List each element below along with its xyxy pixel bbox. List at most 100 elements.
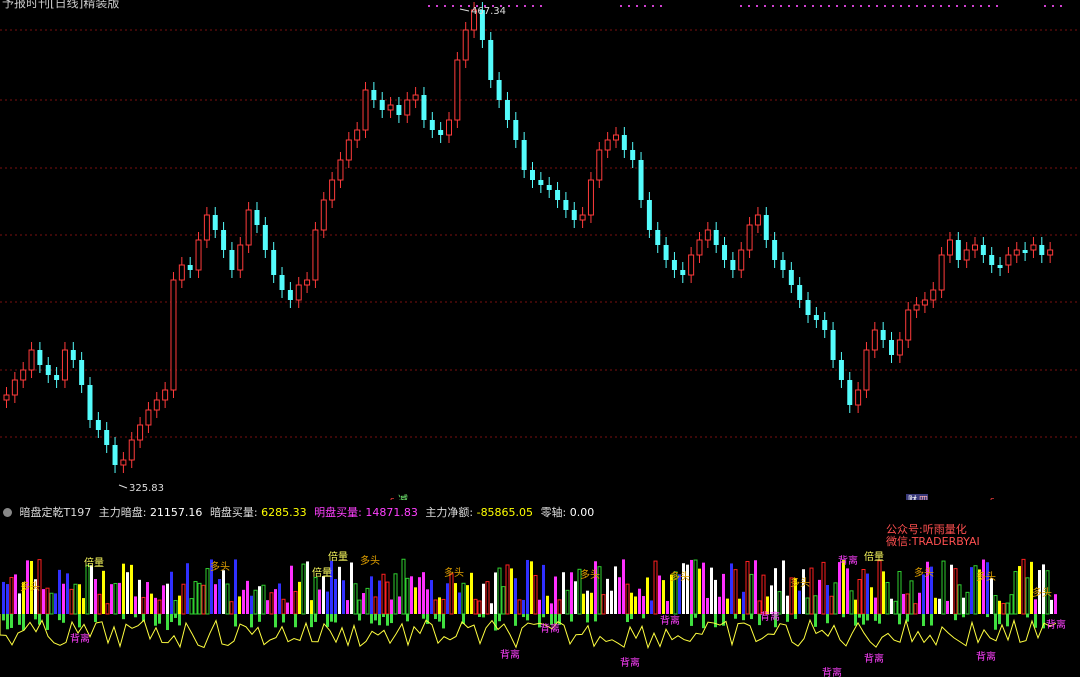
candle — [972, 244, 979, 251]
indicator-chart[interactable]: 倍量倍量倍量倍量多头多头多头多头 多头 多头多头多头 多头多头背离背离背离背离背离 背离… — [0, 520, 1080, 677]
candle — [880, 330, 886, 340]
indicator-bar — [610, 590, 613, 614]
indicator-neg-bar — [94, 614, 97, 623]
candle — [429, 120, 435, 130]
price-chart[interactable]: 467.34 325.83 s 减 财 四 s — [0, 0, 1080, 500]
indicator-bar — [497, 567, 502, 615]
indicator-bar — [150, 593, 153, 614]
indicator-bar — [1005, 602, 1010, 615]
indicator-neg-bar — [962, 614, 965, 618]
zero-value: 0.00 — [569, 506, 595, 519]
indicator-bar — [1054, 594, 1057, 614]
indicator-bar — [586, 590, 589, 614]
low-price-label: 325.83 — [129, 483, 164, 494]
indicator-bar — [18, 593, 21, 614]
indicator-neg-bar — [122, 614, 125, 620]
indicator-bar — [438, 597, 441, 614]
indicator-bar — [310, 600, 313, 614]
indicator-bar — [2, 581, 5, 614]
indicator-bar — [414, 587, 417, 614]
top-dot-marker — [540, 5, 542, 7]
indicator-bar — [505, 564, 510, 615]
indicator-bar — [965, 591, 970, 615]
top-dot-marker — [892, 5, 894, 7]
tag-beiliang: 倍量 — [84, 556, 104, 569]
indicator-neg-bar — [922, 614, 925, 627]
candle — [863, 349, 870, 391]
indicator-bar — [782, 560, 785, 614]
candle — [579, 214, 586, 221]
candle — [145, 409, 152, 426]
candle — [646, 200, 652, 230]
top-dot-marker — [980, 5, 982, 7]
indicator-bar — [113, 582, 118, 615]
candle — [538, 180, 544, 185]
indicator-bar — [962, 597, 965, 614]
candle — [54, 375, 60, 380]
tag-beili: 背离 — [660, 614, 680, 627]
candle — [221, 230, 227, 250]
indicator-bar — [274, 589, 277, 614]
indicator-bar — [246, 580, 249, 614]
candle — [746, 224, 753, 251]
indicator-bar — [205, 568, 210, 615]
indicator-bar — [882, 571, 885, 614]
indicator-neg-bar — [6, 614, 9, 630]
indicator-bar — [714, 579, 717, 614]
candle — [713, 230, 719, 245]
indicator-bar — [441, 598, 446, 615]
indicator-bar — [1025, 577, 1030, 615]
indicator-bar — [430, 580, 433, 614]
candle — [295, 284, 302, 301]
indicator-bar — [777, 591, 782, 615]
indicator-bar — [826, 585, 829, 614]
top-dot-marker — [828, 5, 830, 7]
indicator-bar — [998, 600, 1001, 614]
candle — [195, 239, 202, 271]
indicator-bar — [606, 578, 609, 614]
indicator-bar — [646, 577, 649, 614]
indicator-bar — [306, 561, 309, 614]
indicator-bar — [625, 583, 630, 615]
indicator-bar — [890, 598, 893, 614]
indicator-neg-bar — [526, 614, 529, 621]
indicator-settings-icon[interactable] — [3, 508, 12, 517]
main-dark-label: 主力暗盘: — [98, 506, 147, 519]
indicator-neg-bar — [786, 614, 789, 622]
candle — [496, 80, 502, 100]
indicator-bar — [334, 578, 337, 614]
marker-cai-2: 四 — [919, 496, 928, 500]
indicator-bar — [146, 582, 149, 614]
top-dot-marker — [852, 5, 854, 7]
indicator-bar — [66, 573, 69, 614]
indicator-bar — [702, 562, 705, 614]
indicator-neg-bar — [842, 614, 845, 618]
indicator-neg-bar — [62, 614, 65, 623]
indicator-neg-bar — [370, 614, 373, 624]
indicator-bar — [798, 590, 801, 614]
tag-beili: 背离 — [838, 554, 858, 567]
candle — [513, 120, 519, 140]
indicator-bar — [286, 602, 289, 614]
candle — [354, 129, 361, 141]
candle — [329, 179, 336, 201]
indicator-neg-bar — [702, 614, 705, 629]
top-dot-marker — [652, 5, 654, 7]
indicator-bar — [157, 599, 162, 615]
indicator-bar — [197, 582, 202, 615]
candle — [61, 349, 68, 381]
top-dot-marker — [908, 5, 910, 7]
indicator-bar — [517, 599, 522, 615]
indicator-bar — [829, 595, 834, 615]
tag-beili: 背离 — [540, 622, 560, 635]
tag-beili: 背离 — [976, 650, 996, 663]
tag-duotou: 多头 — [580, 568, 600, 581]
indicator-bar — [201, 584, 206, 615]
marker-s-2: s — [990, 496, 995, 500]
indicator-bar — [941, 560, 946, 615]
indicator-bar — [418, 577, 421, 614]
indicator-bar — [173, 600, 178, 615]
candle — [70, 350, 76, 360]
indicator-bar — [813, 595, 818, 615]
indicator-bar — [461, 582, 466, 615]
